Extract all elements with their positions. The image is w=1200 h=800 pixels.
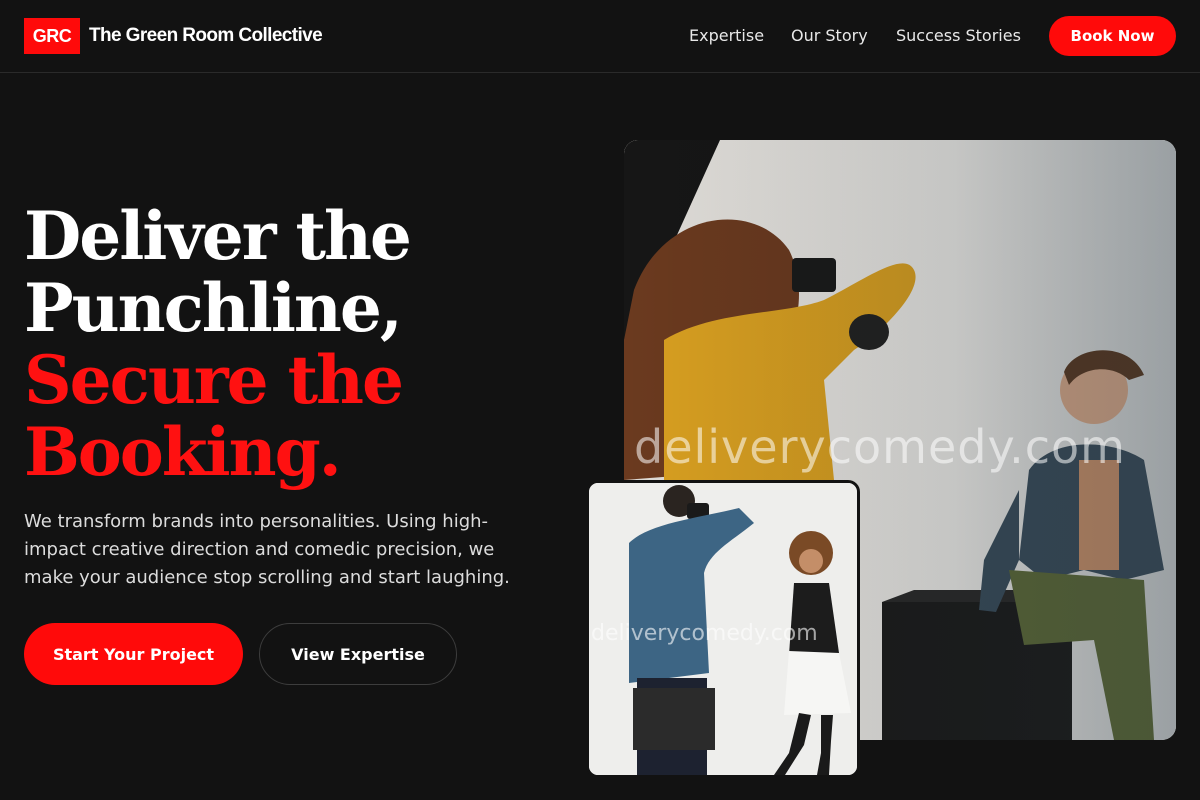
hero-title-accent-line-1: Secure the	[24, 341, 404, 419]
logo-badge: GRC	[24, 18, 80, 54]
hero-title-line-1: Deliver the	[24, 197, 412, 275]
hero-title-accent-line-2: Booking.	[24, 413, 342, 491]
photo-secondary-illustration	[589, 483, 857, 775]
brand-name: The Green Room Collective	[89, 25, 323, 46]
hero-title-line-2: Punchline,	[24, 269, 403, 347]
hero-title: Deliver the Punchline, Secure the Bookin…	[24, 200, 584, 488]
site-header: GRC The Green Room Collective Expertise …	[0, 0, 1200, 73]
hero-photo-secondary: deliverycomedy.com	[586, 480, 860, 778]
book-now-button[interactable]: Book Now	[1049, 16, 1176, 56]
view-expertise-button[interactable]: View Expertise	[259, 623, 457, 685]
start-project-button[interactable]: Start Your Project	[24, 623, 243, 685]
nav-link-success-stories[interactable]: Success Stories	[896, 26, 1021, 46]
nav-link-our-story[interactable]: Our Story	[791, 26, 868, 46]
hero-description: We transform brands into personalities. …	[24, 511, 510, 588]
brand-logo-link[interactable]: GRC The Green Room Collective	[24, 18, 323, 54]
nav-link-expertise[interactable]: Expertise	[689, 26, 764, 46]
